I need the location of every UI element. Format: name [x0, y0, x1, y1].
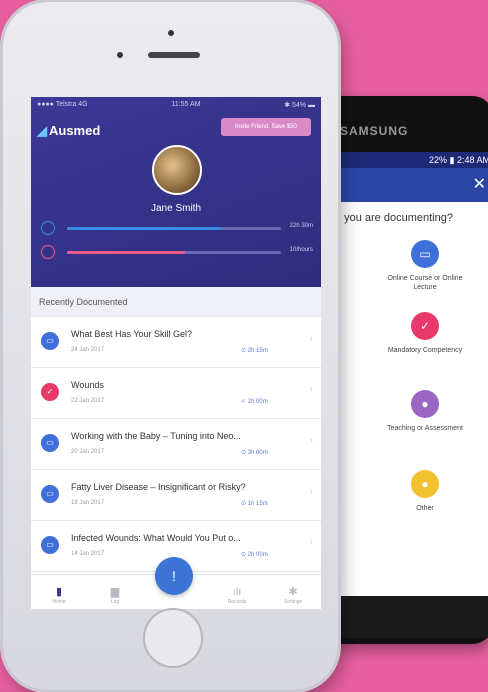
- samsung-header: ✕: [330, 168, 488, 202]
- battery: ✱ 54% ▬: [284, 102, 315, 109]
- progress-bar: [67, 251, 281, 254]
- option-label: Online Course or Online Lecture: [387, 275, 463, 291]
- tab-records[interactable]: ılı Records: [217, 586, 257, 605]
- hours-icon: [41, 245, 55, 259]
- option-label: Teaching or Assessment: [387, 425, 463, 432]
- home-icon: ▮: [55, 586, 63, 598]
- chevron-right-icon: ›: [309, 435, 313, 446]
- document-icon: ▭: [41, 485, 59, 503]
- list-item[interactable]: ✓ Wounds 22 Jan 2017 ✓ 2h 00m ›: [31, 368, 321, 419]
- item-title: Fatty Liver Disease – Insignificant or R…: [71, 482, 246, 492]
- document-icon: ▭: [41, 536, 59, 554]
- logo-text: Ausmed: [49, 123, 101, 138]
- document-icon: ▭: [41, 434, 59, 452]
- progress-fill: [67, 227, 222, 230]
- chevron-right-icon: ›: [309, 537, 313, 548]
- list-item[interactable]: ▭ What Best Has Your Skill Gel? 24 Jan 201…: [31, 317, 321, 368]
- item-title: Working with the Baby – Tuning into Neo.…: [71, 431, 241, 441]
- item-meta: ⊙ 3h 00m: [241, 450, 268, 456]
- samsung-status-bar: 22% ▮ 2:48 AM: [330, 152, 488, 168]
- avatar[interactable]: [152, 145, 202, 195]
- tab-log[interactable]: ▆ Log: [95, 586, 135, 605]
- samsung-navbar: [330, 596, 488, 638]
- earpiece-speaker: [148, 52, 200, 58]
- sensor: [117, 52, 123, 58]
- ausmed-logo: ◢ Ausmed: [37, 123, 100, 139]
- list-item[interactable]: ▭ Fatty Liver Disease – Insignificant or …: [31, 470, 321, 521]
- invite-button[interactable]: Invite Friend, Save $50: [221, 118, 311, 136]
- records-icon: ılı: [232, 586, 242, 598]
- chevron-right-icon: ›: [309, 486, 313, 497]
- tab-settings[interactable]: ✱ Settings: [273, 586, 313, 605]
- profile-header: ●●●● Telstra 4G 11:55 AM ✱ 54% ▬ ◢ Ausmed…: [31, 97, 321, 287]
- carrier: ●●●● Telstra 4G: [37, 101, 88, 108]
- option-item[interactable]: ▭ Online Course or Online Lecture: [380, 240, 470, 292]
- item-title: What Best Has Your Skill Gel?: [71, 329, 193, 339]
- document-icon: ▭: [41, 332, 59, 350]
- chevron-right-icon: ›: [309, 333, 313, 344]
- chevron-right-icon: ›: [309, 384, 313, 395]
- tab-label: Settings: [283, 599, 303, 605]
- front-camera: [168, 30, 174, 36]
- option-item[interactable]: ● Other: [380, 470, 470, 513]
- item-meta: ⊙ 2h 00m: [241, 552, 268, 558]
- home-button[interactable]: [143, 608, 203, 668]
- progress-label: 22h 30m: [289, 223, 313, 229]
- status-bar: ●●●● Telstra 4G 11:55 AM ✱ 54% ▬: [37, 101, 315, 109]
- check-icon: ✓: [41, 383, 59, 401]
- tab-label: Log: [110, 599, 120, 605]
- samsung-screen: 22% ▮ 2:48 AM ✕ t you are documenting? ▭…: [330, 152, 488, 638]
- user-name: Jane Smith: [150, 203, 202, 214]
- other-icon: ●: [411, 470, 439, 498]
- item-title: Infected Wounds: What Would You Put o...: [71, 533, 241, 543]
- item-date: 18 Jan 2017: [71, 500, 105, 506]
- iphone: ●●●● Telstra 4G 11:55 AM ✱ 54% ▬ ◢ Ausmed…: [3, 2, 338, 690]
- option-label: Other: [416, 505, 434, 512]
- tab-label: Home: [52, 599, 66, 605]
- list-item[interactable]: ▭ Working with the Baby – Tuning into Neo…: [31, 419, 321, 470]
- item-date: 22 Jan 2017: [71, 398, 105, 404]
- samsung-brand: SAMSUNG: [340, 124, 409, 138]
- time-icon: [41, 221, 55, 235]
- option-label: Mandatory Competency: [387, 347, 463, 354]
- check-icon: ✓: [411, 312, 439, 340]
- tab-label: Records: [227, 599, 247, 605]
- samsung-phone: SAMSUNG 22% ▮ 2:48 AM ✕ t you are docume…: [318, 96, 488, 644]
- tab-bar: ▮ Home ▆ Log ılı Records ✱ Settings !: [31, 557, 321, 609]
- item-meta: ✓ 2h 00m: [241, 399, 268, 405]
- item-meta: ⊙ 1h 15m: [241, 501, 268, 507]
- item-meta: ⊙ 2h 15m: [241, 348, 268, 354]
- document-icon: ▭: [411, 240, 439, 268]
- progress-label: 10/hours: [289, 247, 313, 253]
- item-date: 24 Jan 2017: [71, 347, 105, 353]
- option-item[interactable]: ● Teaching or Assessment: [380, 390, 470, 433]
- section-title: Recently Documented: [31, 287, 321, 317]
- status-time: 11:55 AM: [171, 101, 201, 108]
- settings-icon: ✱: [288, 586, 298, 598]
- item-title: Wounds: [71, 380, 104, 390]
- tab-home[interactable]: ▮ Home: [39, 586, 79, 605]
- progress-fill: [67, 251, 185, 254]
- teaching-icon: ●: [411, 390, 439, 418]
- progress-bar: [67, 227, 281, 230]
- close-icon[interactable]: ✕: [473, 174, 486, 194]
- add-button[interactable]: !: [155, 557, 193, 595]
- log-icon: ▆: [110, 586, 120, 598]
- document-type-question: t you are documenting?: [338, 212, 453, 224]
- item-date: 14 Jan 2017: [71, 551, 105, 557]
- app-screen: ●●●● Telstra 4G 11:55 AM ✱ 54% ▬ ◢ Ausmed…: [31, 97, 321, 609]
- option-item[interactable]: ✓ Mandatory Competency: [380, 312, 470, 355]
- item-date: 20 Jan 2017: [71, 449, 105, 455]
- logo-icon: ◢: [37, 123, 47, 138]
